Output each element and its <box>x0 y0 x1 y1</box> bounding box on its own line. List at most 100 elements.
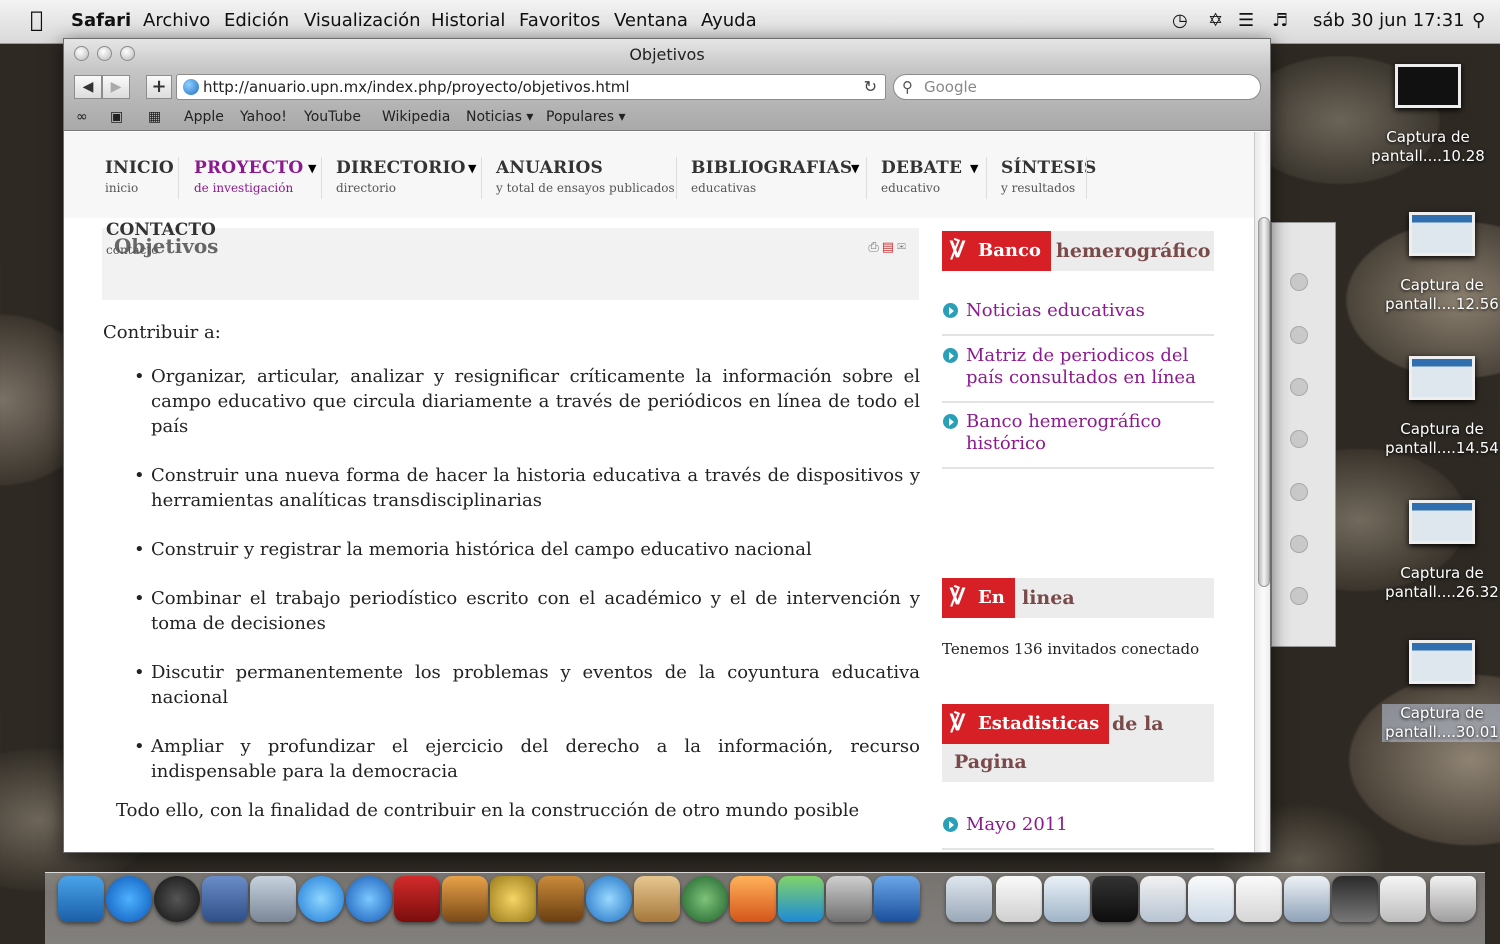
apple-icon[interactable]:  <box>30 8 43 33</box>
nav-inicio[interactable]: INICIO inicio <box>105 158 174 195</box>
powerpoint-icon[interactable] <box>730 876 776 922</box>
address-bar[interactable]: http://anuario.upn.mx/index.php/proyecto… <box>176 74 886 100</box>
link-matriz-periodicos[interactable]: Matriz de periodicos del país consultado… <box>942 345 1214 403</box>
nav-subtitle: directorio <box>336 181 396 195</box>
nav-sintesis[interactable]: SÍNTESIS y resultados <box>1001 158 1096 195</box>
list-item: Combinar el trabajo periodístico escrito… <box>134 586 920 636</box>
bookmark-yahoo[interactable]: Yahoo! <box>240 109 287 125</box>
screenshot-thumbnail <box>1409 356 1475 400</box>
desktop-icon-screenshot-selected[interactable]: Captura de pantall....30.01 <box>1382 640 1500 742</box>
reload-icon[interactable]: ↻ <box>864 75 877 99</box>
imovie-icon[interactable] <box>490 876 536 922</box>
mail-icon[interactable] <box>202 876 248 922</box>
link-noticias-educativas[interactable]: Noticias educativas <box>942 300 1214 336</box>
link-mayo-2011[interactable]: Mayo 2011 <box>942 814 1214 850</box>
menu-visualizacion[interactable]: Visualización <box>304 10 421 31</box>
nav-title: PROYECTO <box>194 158 304 178</box>
safari-icon[interactable] <box>586 876 632 922</box>
scrollbar-thumb[interactable] <box>1258 217 1270 587</box>
minimized-window-icon[interactable] <box>1284 876 1330 922</box>
system-preferences-icon[interactable] <box>826 876 872 922</box>
time-machine-dock-icon[interactable] <box>682 876 728 922</box>
desktop-icon-screenshot[interactable]: Captura de pantall....26.32 <box>1382 500 1500 602</box>
menu-ventana[interactable]: Ventana <box>614 10 688 31</box>
ichat-icon[interactable] <box>298 876 344 922</box>
panel-circle-icon <box>1290 273 1308 291</box>
word-icon[interactable] <box>874 876 920 922</box>
folder-icon[interactable] <box>946 876 992 922</box>
bluetooth-icon[interactable]: ✡ <box>1208 10 1223 31</box>
finder-icon[interactable] <box>58 876 104 922</box>
nav-contacto[interactable]: CONTACTO contacto <box>106 220 216 257</box>
spotlight-icon[interactable]: ⚲ <box>1472 10 1485 31</box>
book-icon[interactable]: ▣ <box>110 109 123 125</box>
wifi-icon[interactable]: ☰ <box>1238 10 1254 31</box>
messenger-icon[interactable] <box>778 876 824 922</box>
time-machine-icon[interactable]: ◷ <box>1172 10 1188 31</box>
desktop-icon-label: Captura de pantall....10.28 <box>1371 128 1485 165</box>
print-icon[interactable]: ⎙ <box>868 240 881 255</box>
add-bookmark-button[interactable]: + <box>146 75 172 99</box>
photo-booth-icon[interactable] <box>250 876 296 922</box>
minimized-window-icon[interactable] <box>996 876 1042 922</box>
desktop-icon-label: Captura de pantall....26.32 <box>1385 564 1499 601</box>
nav-divider <box>676 157 677 199</box>
bookmark-noticias[interactable]: Noticias ▾ <box>466 109 533 125</box>
nav-subtitle: educativo <box>881 181 941 195</box>
nav-anuarios[interactable]: ANUARIOS y total de ensayos publicados <box>496 158 675 195</box>
link-banco-historico[interactable]: Banco hemerográfico histórico <box>942 411 1214 469</box>
chevron-down-icon[interactable]: ▼ <box>851 162 859 175</box>
module-title-red: Estadisticas <box>942 703 1110 744</box>
desktop-icon-screenshot[interactable]: Captura de pantall....12.56 <box>1382 212 1500 314</box>
minimized-window-icon[interactable] <box>1140 876 1186 922</box>
menu-ayuda[interactable]: Ayuda <box>701 10 757 31</box>
trash-icon[interactable] <box>1430 876 1476 922</box>
app-store-icon[interactable] <box>106 876 152 922</box>
forward-button[interactable]: ▶ <box>102 75 130 99</box>
nav-directorio[interactable]: DIRECTORIO directorio <box>336 158 466 195</box>
minimized-window-icon[interactable] <box>1236 876 1282 922</box>
dashboard-icon[interactable] <box>154 876 200 922</box>
nav-proyecto[interactable]: PROYECTO de investigación <box>194 158 303 195</box>
iphoto-icon[interactable] <box>442 876 488 922</box>
nav-divider <box>866 157 867 199</box>
chevron-down-icon[interactable]: ▼ <box>970 162 978 175</box>
menu-historial[interactable]: Historial <box>431 10 505 31</box>
bookmark-wikipedia[interactable]: Wikipedia <box>382 109 450 125</box>
minimized-window-icon[interactable] <box>1188 876 1234 922</box>
address-book-icon[interactable] <box>634 876 680 922</box>
volume-icon[interactable]: ♬ <box>1272 10 1288 31</box>
back-arrow-icon: ◀ <box>82 79 94 95</box>
desktop-icon-screenshot[interactable]: Captura de pantall....10.28 <box>1368 64 1488 166</box>
minimized-window-icon[interactable] <box>1092 876 1138 922</box>
nav-bibliografias[interactable]: BIBLIOGRAFIAS educativas <box>691 158 852 195</box>
pdf-icon[interactable]: ▤ <box>882 240 897 255</box>
minimized-window-icon[interactable] <box>1380 876 1426 922</box>
vertical-scrollbar[interactable] <box>1254 132 1270 852</box>
chevron-down-icon[interactable]: ▼ <box>468 162 476 175</box>
menu-favoritos[interactable]: Favoritos <box>519 10 600 31</box>
chevron-down-icon[interactable]: ▼ <box>308 162 316 175</box>
minimized-window-icon[interactable] <box>1332 876 1378 922</box>
front-row-icon[interactable] <box>394 876 440 922</box>
menu-app-safari[interactable]: Safari <box>71 10 131 31</box>
itunes-icon[interactable] <box>346 876 392 922</box>
title-bar[interactable]: Objetivos <box>64 39 1270 69</box>
menu-edicion[interactable]: Edición <box>224 10 289 31</box>
nav-debate[interactable]: DEBATE educativo <box>881 158 962 195</box>
reading-glasses-icon[interactable]: ∞ <box>76 109 88 125</box>
search-field[interactable]: ⚲ Google <box>893 74 1261 100</box>
back-button[interactable]: ◀ <box>74 75 102 99</box>
bookmark-youtube[interactable]: YouTube <box>304 109 361 125</box>
grid-icon[interactable]: ▦ <box>148 109 161 125</box>
desktop-icon-screenshot[interactable]: Captura de pantall....14.54 <box>1382 356 1500 458</box>
nav-subtitle: contacto <box>106 243 159 257</box>
garageband-icon[interactable] <box>538 876 584 922</box>
bookmark-apple[interactable]: Apple <box>184 109 224 125</box>
bookmark-populares[interactable]: Populares ▾ <box>546 109 626 125</box>
menu-clock[interactable]: sáb 30 jun 17:31 <box>1313 10 1465 31</box>
menu-archivo[interactable]: Archivo <box>143 10 210 31</box>
background-window-panel[interactable] <box>1271 222 1336 647</box>
minimized-window-icon[interactable] <box>1044 876 1090 922</box>
email-icon[interactable]: ✉ <box>897 240 909 255</box>
